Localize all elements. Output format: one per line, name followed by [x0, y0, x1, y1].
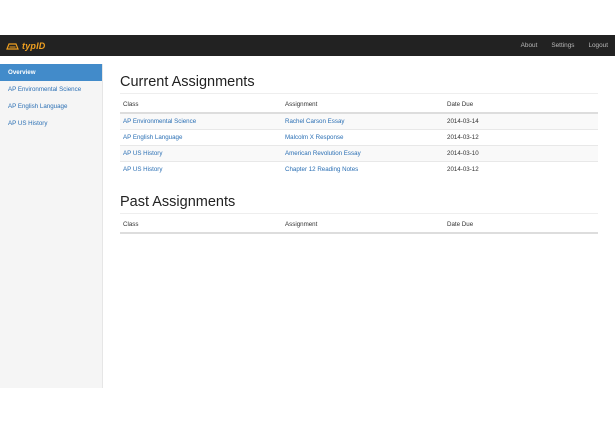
- sidebar-item-ap-us-history[interactable]: AP US History: [0, 115, 102, 132]
- top-navbar: typID About Settings Logout: [0, 35, 615, 56]
- main-content: Current Assignments Class Assignment Dat…: [120, 64, 598, 234]
- sidebar: Overview AP Environmental Science AP Eng…: [0, 64, 103, 388]
- sidebar-item-overview[interactable]: Overview: [0, 64, 102, 81]
- due-date: 2014-03-12: [444, 161, 598, 177]
- class-link[interactable]: AP US History: [123, 150, 162, 157]
- due-date: 2014-03-10: [444, 145, 598, 162]
- table-row: AP English Language Malcolm X Response 2…: [120, 129, 598, 146]
- column-header-class: Class: [120, 216, 282, 234]
- column-header-date-due: Date Due: [444, 96, 598, 114]
- column-header-assignment: Assignment: [282, 216, 444, 234]
- sidebar-item-ap-environmental-science[interactable]: AP Environmental Science: [0, 81, 102, 98]
- brand-logo[interactable]: typID: [6, 35, 46, 56]
- assignment-link[interactable]: Malcolm X Response: [285, 134, 343, 141]
- due-date: 2014-03-14: [444, 112, 598, 130]
- assignment-link[interactable]: American Revolution Essay: [285, 150, 361, 157]
- nav-settings-link[interactable]: Settings: [551, 42, 574, 49]
- class-link[interactable]: AP US History: [123, 166, 162, 173]
- table-row: AP US History Chapter 12 Reading Notes 2…: [120, 161, 598, 177]
- brand-name: typID: [22, 40, 46, 51]
- class-link[interactable]: AP English Language: [123, 134, 182, 141]
- table-row: AP US History American Revolution Essay …: [120, 145, 598, 162]
- current-assignments-table: Class Assignment Date Due AP Environment…: [120, 96, 598, 177]
- class-link[interactable]: AP Environmental Science: [123, 118, 196, 125]
- table-row: AP Environmental Science Rachel Carson E…: [120, 112, 598, 130]
- past-assignments-table: Class Assignment Date Due: [120, 216, 598, 234]
- column-header-date-due: Date Due: [444, 216, 598, 234]
- due-date: 2014-03-12: [444, 129, 598, 146]
- table-header-row: Class Assignment Date Due: [120, 216, 598, 234]
- past-assignments-heading: Past Assignments: [120, 184, 598, 214]
- typewriter-icon: [6, 42, 19, 50]
- assignment-link[interactable]: Chapter 12 Reading Notes: [285, 166, 358, 173]
- sidebar-item-ap-english-language[interactable]: AP English Language: [0, 98, 102, 115]
- nav-about-link[interactable]: About: [521, 42, 538, 49]
- table-header-row: Class Assignment Date Due: [120, 96, 598, 114]
- nav-logout-link[interactable]: Logout: [588, 42, 608, 49]
- assignment-link[interactable]: Rachel Carson Essay: [285, 118, 345, 125]
- current-assignments-heading: Current Assignments: [120, 64, 598, 94]
- column-header-class: Class: [120, 96, 282, 114]
- column-header-assignment: Assignment: [282, 96, 444, 114]
